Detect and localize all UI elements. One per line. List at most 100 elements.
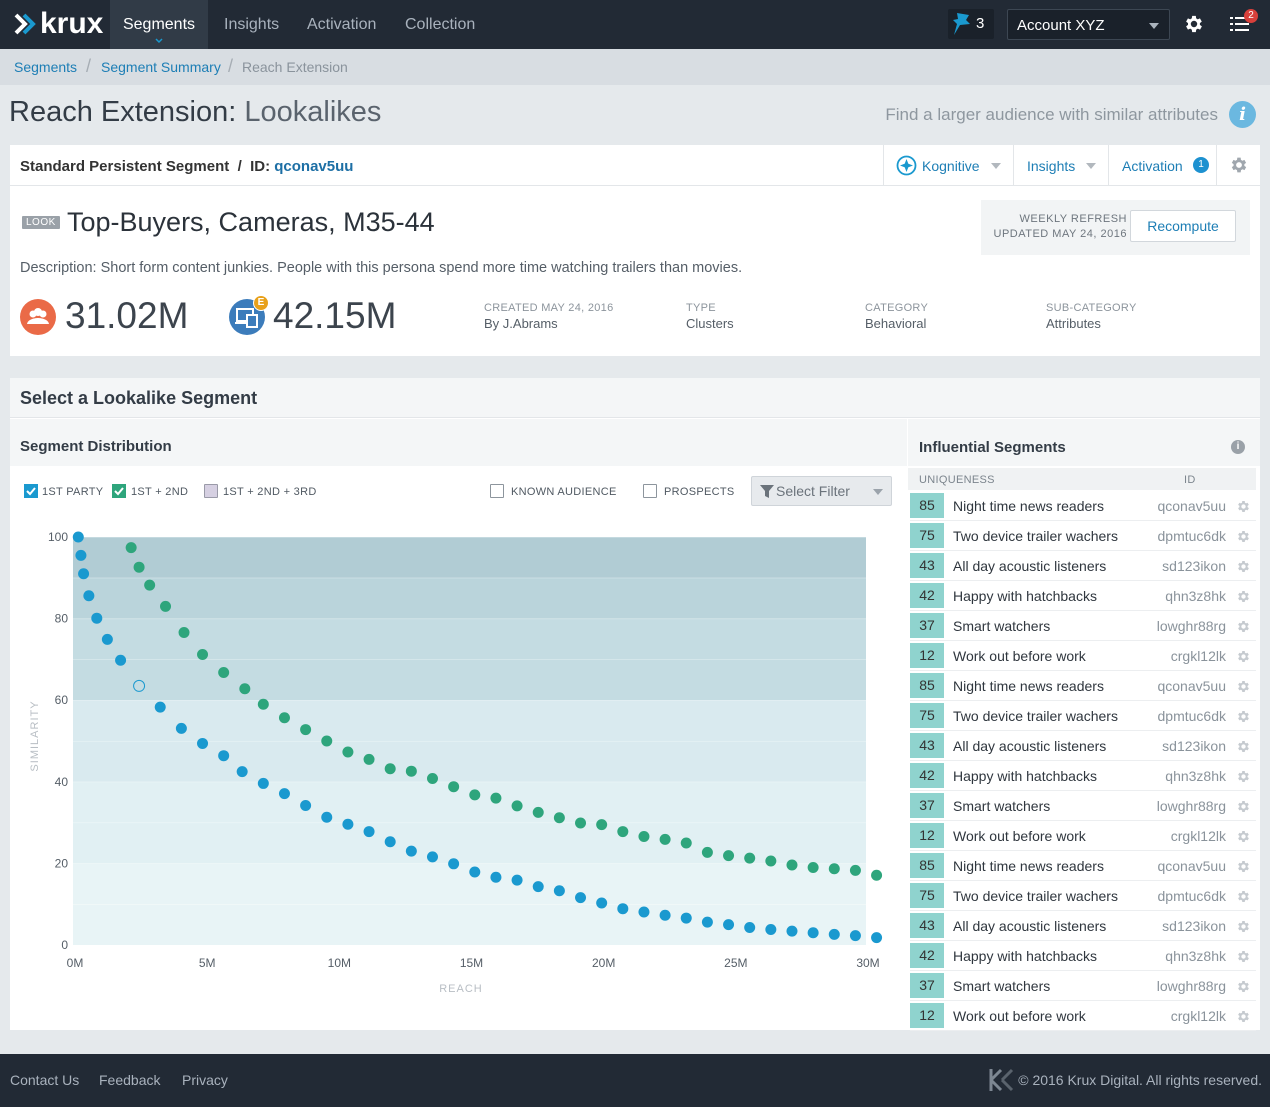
data-point[interactable] xyxy=(278,788,290,800)
influential-row[interactable]: 42 Happy with hatchbacks qhn3z8hk xyxy=(910,581,1256,611)
data-point[interactable] xyxy=(363,826,375,838)
data-point[interactable] xyxy=(596,819,608,831)
data-point[interactable] xyxy=(532,806,544,818)
data-point[interactable] xyxy=(469,789,481,801)
data-point[interactable] xyxy=(659,909,671,921)
data-point[interactable] xyxy=(178,626,190,638)
breadcrumb-segments[interactable]: Segments xyxy=(14,59,77,75)
influential-row[interactable]: 43 All day acoustic listeners sd123ikon xyxy=(910,731,1256,761)
row-gear-icon[interactable] xyxy=(1236,709,1251,724)
insights-button[interactable]: Insights xyxy=(1013,145,1108,186)
data-point[interactable] xyxy=(596,897,608,909)
data-point[interactable] xyxy=(469,866,481,878)
data-point[interactable] xyxy=(723,919,735,931)
data-point[interactable] xyxy=(144,579,156,591)
row-gear-icon[interactable] xyxy=(1236,859,1251,874)
row-gear-icon[interactable] xyxy=(1236,619,1251,634)
influential-row[interactable]: 42 Happy with hatchbacks qhn3z8hk xyxy=(910,941,1256,971)
data-point[interactable] xyxy=(236,766,248,778)
row-gear-icon[interactable] xyxy=(1236,649,1251,664)
influential-row[interactable]: 85 Night time news readers qconav5uu xyxy=(910,671,1256,701)
influential-row[interactable]: 37 Smart watchers lowghr88rg xyxy=(910,971,1256,1001)
influential-row[interactable]: 12 Work out before work crgkl12lk xyxy=(910,1001,1256,1031)
data-point[interactable] xyxy=(638,830,650,842)
data-point[interactable] xyxy=(638,906,650,918)
segment-row-name[interactable]: Happy with hatchbacks xyxy=(953,768,1097,784)
data-point[interactable] xyxy=(807,861,819,873)
data-point[interactable] xyxy=(448,858,460,870)
data-point[interactable] xyxy=(83,590,95,602)
segment-row-name[interactable]: Smart watchers xyxy=(953,618,1050,634)
data-point[interactable] xyxy=(363,753,375,765)
data-point[interactable] xyxy=(125,542,137,554)
tab-insights[interactable]: Insights xyxy=(224,0,279,49)
tab-segments[interactable]: Segments xyxy=(110,0,208,49)
info-icon[interactable]: i xyxy=(1231,440,1245,454)
settings-gear-icon[interactable] xyxy=(1183,13,1205,35)
data-point[interactable] xyxy=(617,826,629,838)
data-point[interactable] xyxy=(786,859,798,871)
data-point[interactable] xyxy=(101,633,113,645)
row-gear-icon[interactable] xyxy=(1236,919,1251,934)
data-point[interactable] xyxy=(553,885,565,897)
data-point[interactable] xyxy=(197,649,209,661)
data-point[interactable] xyxy=(278,712,290,724)
id-column[interactable]: ID xyxy=(1184,474,1196,486)
data-point[interactable] xyxy=(723,850,735,862)
data-point[interactable] xyxy=(160,600,172,612)
influential-row[interactable]: 75 Two device trailer wachers dpmtuc6dk xyxy=(910,881,1256,911)
row-gear-icon[interactable] xyxy=(1236,979,1251,994)
data-point[interactable] xyxy=(426,773,438,785)
kognitive-button[interactable]: Kognitive xyxy=(883,145,1013,186)
data-point[interactable] xyxy=(426,851,438,863)
row-gear-icon[interactable] xyxy=(1236,529,1251,544)
breadcrumb-segment-summary[interactable]: Segment Summary xyxy=(101,59,221,75)
row-gear-icon[interactable] xyxy=(1236,499,1251,514)
influential-row[interactable]: 75 Two device trailer wachers dpmtuc6dk xyxy=(910,701,1256,731)
pinned-segments-button[interactable]: 3 xyxy=(948,9,994,39)
data-point[interactable] xyxy=(175,722,187,734)
data-point[interactable] xyxy=(91,612,103,624)
row-gear-icon[interactable] xyxy=(1236,589,1251,604)
data-point[interactable] xyxy=(807,927,819,939)
data-point[interactable] xyxy=(490,871,502,883)
segment-row-name[interactable]: Happy with hatchbacks xyxy=(953,588,1097,604)
prospects-checkbox[interactable] xyxy=(643,484,657,498)
data-point[interactable] xyxy=(511,874,523,886)
krux-logo[interactable]: krux xyxy=(14,7,103,40)
data-point[interactable] xyxy=(384,763,396,775)
row-gear-icon[interactable] xyxy=(1236,949,1251,964)
segment-row-name[interactable]: Two device trailer wachers xyxy=(953,528,1118,544)
data-point[interactable] xyxy=(575,817,587,829)
first-party-checkbox[interactable] xyxy=(24,484,38,498)
data-point[interactable] xyxy=(72,531,84,543)
influential-row[interactable]: 85 Night time news readers qconav5uu xyxy=(910,851,1256,881)
segment-row-name[interactable]: Work out before work xyxy=(953,1008,1086,1024)
data-point[interactable] xyxy=(575,892,587,904)
data-point[interactable] xyxy=(75,549,87,561)
data-point[interactable] xyxy=(218,666,230,678)
recompute-button[interactable]: Recompute xyxy=(1130,210,1236,242)
data-point[interactable] xyxy=(490,792,502,804)
influential-row[interactable]: 43 All day acoustic listeners sd123ikon xyxy=(910,911,1256,941)
segment-row-name[interactable]: Smart watchers xyxy=(953,978,1050,994)
contact-us-link[interactable]: Contact Us xyxy=(10,1072,79,1088)
tab-collection[interactable]: Collection xyxy=(405,0,475,49)
first-second-checkbox[interactable] xyxy=(112,484,126,498)
data-point[interactable] xyxy=(680,912,692,924)
row-gear-icon[interactable] xyxy=(1236,769,1251,784)
data-point[interactable] xyxy=(765,855,777,867)
data-point[interactable] xyxy=(405,765,417,777)
data-point[interactable] xyxy=(849,864,861,876)
known-audience-checkbox[interactable] xyxy=(490,484,504,498)
segment-row-name[interactable]: Happy with hatchbacks xyxy=(953,948,1097,964)
data-point[interactable] xyxy=(744,852,756,864)
data-point[interactable] xyxy=(239,683,251,695)
segment-settings-button[interactable] xyxy=(1216,145,1260,186)
segment-row-name[interactable]: Two device trailer wachers xyxy=(953,888,1118,904)
data-point[interactable] xyxy=(828,863,840,875)
privacy-link[interactable]: Privacy xyxy=(182,1072,228,1088)
data-point[interactable] xyxy=(257,777,269,789)
data-point[interactable] xyxy=(744,921,756,933)
influential-row[interactable]: 85 Night time news readers qconav5uu xyxy=(910,491,1256,521)
